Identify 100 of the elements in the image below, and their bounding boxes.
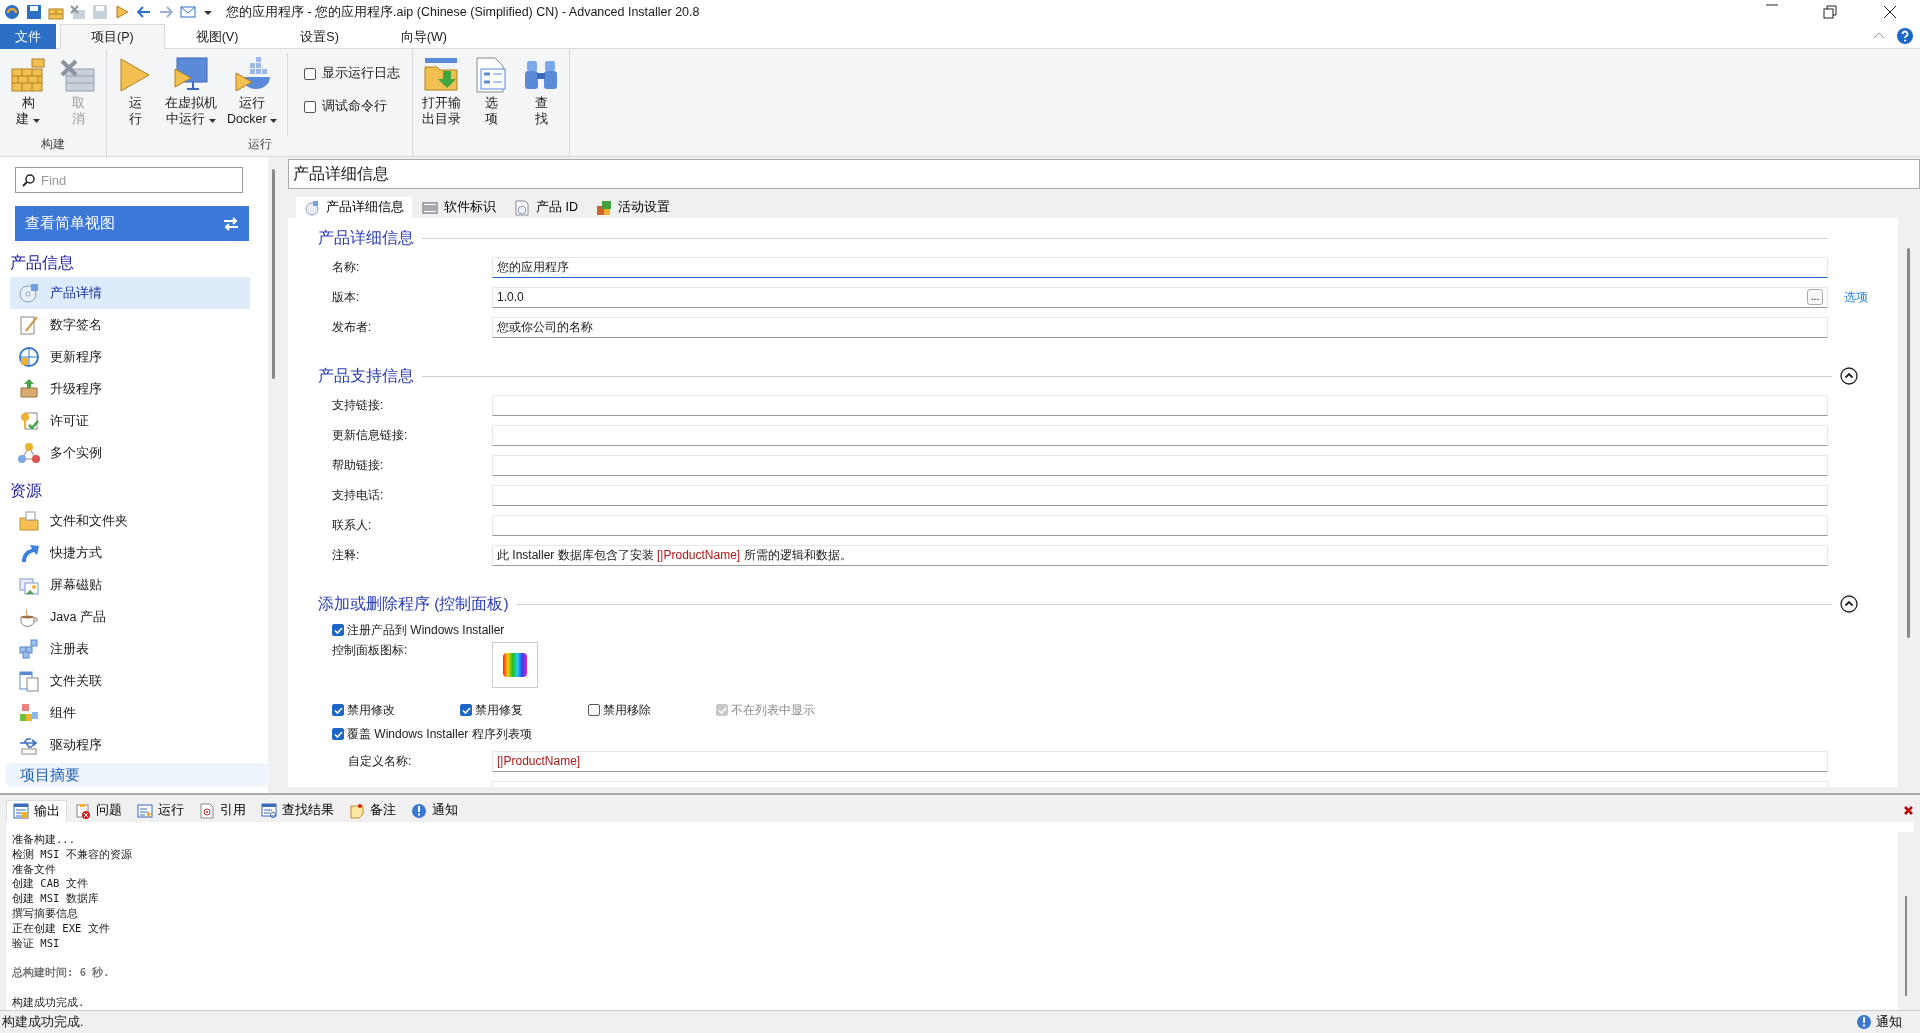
search-field[interactable]: Find	[15, 167, 243, 193]
section-heading: 资源	[10, 481, 43, 501]
text-field[interactable]	[492, 514, 1828, 536]
checkbox[interactable]	[304, 100, 317, 113]
text-field[interactable]	[492, 454, 1828, 476]
swap-arrows-icon	[223, 216, 239, 231]
checkbox[interactable]	[332, 624, 344, 636]
triangle-nodes-icon	[18, 442, 40, 464]
output-tab[interactable]: 输出	[6, 799, 67, 822]
window-title: 您的应用程序 - 您的应用程序.aip (Chinese (Simplified) CN) - Advanced Installer 20.8	[226, 3, 701, 21]
scrollbar-thumb[interactable]	[272, 169, 275, 379]
log-line: 创建 CAB 文件	[12, 876, 89, 892]
folder-icon	[18, 510, 40, 532]
notification-button[interactable]: 通知	[1852, 1012, 1920, 1032]
section-heading: 产品支持信息	[318, 365, 414, 386]
text-field[interactable]: 1.0.0 ...	[492, 286, 1828, 308]
ribbon-button[interactable]: 查 找	[517, 53, 566, 136]
cup-icon	[18, 606, 40, 628]
text-field[interactable]: 您或你公司的名称	[492, 316, 1828, 338]
ribbon-tab[interactable]: 视图(V)	[164, 24, 270, 49]
sidebar-item[interactable]: 屏幕磁贴	[10, 569, 250, 601]
options-link[interactable]: 选项	[1844, 288, 1872, 306]
sidebar-item[interactable]: 文件关联	[10, 665, 250, 697]
section-heading: 产品详细信息	[318, 227, 414, 248]
ribbon-tab[interactable]: 向导(W)	[369, 24, 478, 49]
sidebar-item[interactable]: 文件和文件夹	[10, 505, 250, 537]
page-tab[interactable]: 产品详细信息	[296, 197, 412, 218]
browse-button[interactable]: ...	[1807, 289, 1823, 305]
search-icon	[22, 173, 35, 187]
cross-wall-icon	[70, 4, 86, 20]
ribbon-tab[interactable]: 项目(P)	[60, 24, 165, 49]
blocks-icon	[18, 702, 40, 724]
box-icon	[18, 378, 40, 400]
checkbox[interactable]	[588, 704, 600, 716]
help-icon	[1896, 27, 1914, 45]
checkbox-label: 显示运行日志	[322, 65, 401, 82]
checkbox[interactable]	[304, 67, 317, 80]
project-summary-link[interactable]: 项目摘要	[6, 763, 270, 787]
checkbox-label: 禁用修复	[475, 701, 523, 719]
disc-icon	[18, 282, 40, 304]
text-field[interactable]: [|ProductName]	[492, 750, 1828, 772]
ribbon-button[interactable]: 选 项	[467, 53, 516, 136]
log-line: 创建 MSI 数据库	[12, 891, 100, 906]
search-input[interactable]: Find	[39, 171, 223, 189]
sidebar-item[interactable]: 注册表	[10, 633, 250, 665]
field-label: 帮助链接:	[332, 456, 385, 474]
section-heading: 添加或删除程序 (控制面板)	[318, 593, 509, 614]
group-label: 构建	[41, 137, 65, 151]
ribbon-tab[interactable]: 文件	[0, 24, 56, 49]
ribbon-button[interactable]: 构 建	[4, 53, 52, 136]
text-field[interactable]	[492, 484, 1828, 506]
collapse-button[interactable]	[1840, 595, 1858, 613]
boxes-icon	[596, 199, 612, 216]
close-icon	[1882, 4, 1898, 20]
log-line: 检测 MSI 不兼容的资源	[12, 846, 133, 862]
log-line: 验证 MSI	[12, 935, 61, 951]
play-icon	[114, 4, 130, 20]
checkbox[interactable]	[460, 704, 472, 716]
text-field[interactable]	[492, 424, 1828, 446]
checkbox-label: 注册产品到 Windows Installer	[347, 621, 505, 639]
text-field[interactable]: 此 Installer 数据库包含了安装 [|ProductName] 所需的逻辑和数据。	[492, 544, 1828, 566]
text-field[interactable]	[492, 394, 1828, 416]
container-play-icon	[232, 55, 273, 95]
sidebar-item[interactable]: Java 产品	[10, 601, 250, 633]
checkbox[interactable]	[332, 728, 344, 740]
sidebar-item[interactable]: 快捷方式	[10, 537, 250, 569]
collapse-button[interactable]	[1840, 367, 1858, 385]
ribbon-button[interactable]: 运行 Docker	[223, 53, 282, 136]
field-label: 名称:	[332, 258, 361, 276]
log-line: 准备文件	[12, 861, 57, 877]
ribbon-button[interactable]: 打开输 出目录	[417, 53, 466, 136]
back-arrow-icon	[136, 4, 152, 20]
sidebar-item[interactable]: 组件	[10, 697, 250, 729]
field-label: 更新信息链接:	[332, 426, 409, 444]
scrollbar-thumb[interactable]	[1905, 896, 1907, 996]
ribbon-button[interactable]: 在虚拟机 中运行	[161, 53, 221, 136]
sidebar-item[interactable]: 更新程序	[10, 341, 250, 373]
note-pin-icon	[349, 802, 365, 819]
text-field[interactable]: 您的应用程序	[492, 256, 1828, 278]
log-line: 准备构建...	[12, 832, 76, 847]
icon-picker[interactable]	[492, 642, 538, 688]
checkbox[interactable]	[332, 704, 344, 716]
ribbon-tab[interactable]: 设置S)	[269, 24, 370, 49]
checkbox-label: 覆盖 Windows Installer 程序列表项	[347, 725, 532, 743]
sidebar-item[interactable]: 产品详情	[10, 277, 250, 309]
sidebar-item[interactable]: 多个实例	[10, 437, 250, 469]
info-icon	[411, 802, 427, 819]
sidebar-item[interactable]: 驱动程序	[10, 729, 250, 761]
simple-view-button[interactable]: 查看简单视图	[15, 206, 249, 241]
sidebar-item[interactable]: 许可证	[10, 405, 250, 437]
restore-icon	[1822, 4, 1838, 20]
sidebar-item[interactable]: 数字签名	[10, 309, 250, 341]
barcode-icon	[422, 199, 438, 216]
scrollbar-thumb[interactable]	[1907, 248, 1910, 638]
checkbox-label: 禁用移除	[603, 701, 651, 719]
group-label: 运行	[247, 137, 272, 151]
sidebar-item[interactable]: 升级程序	[10, 373, 250, 405]
field-label: 版本:	[332, 288, 361, 306]
save-icon	[26, 4, 42, 20]
ribbon-button[interactable]: 运 行	[111, 53, 159, 136]
